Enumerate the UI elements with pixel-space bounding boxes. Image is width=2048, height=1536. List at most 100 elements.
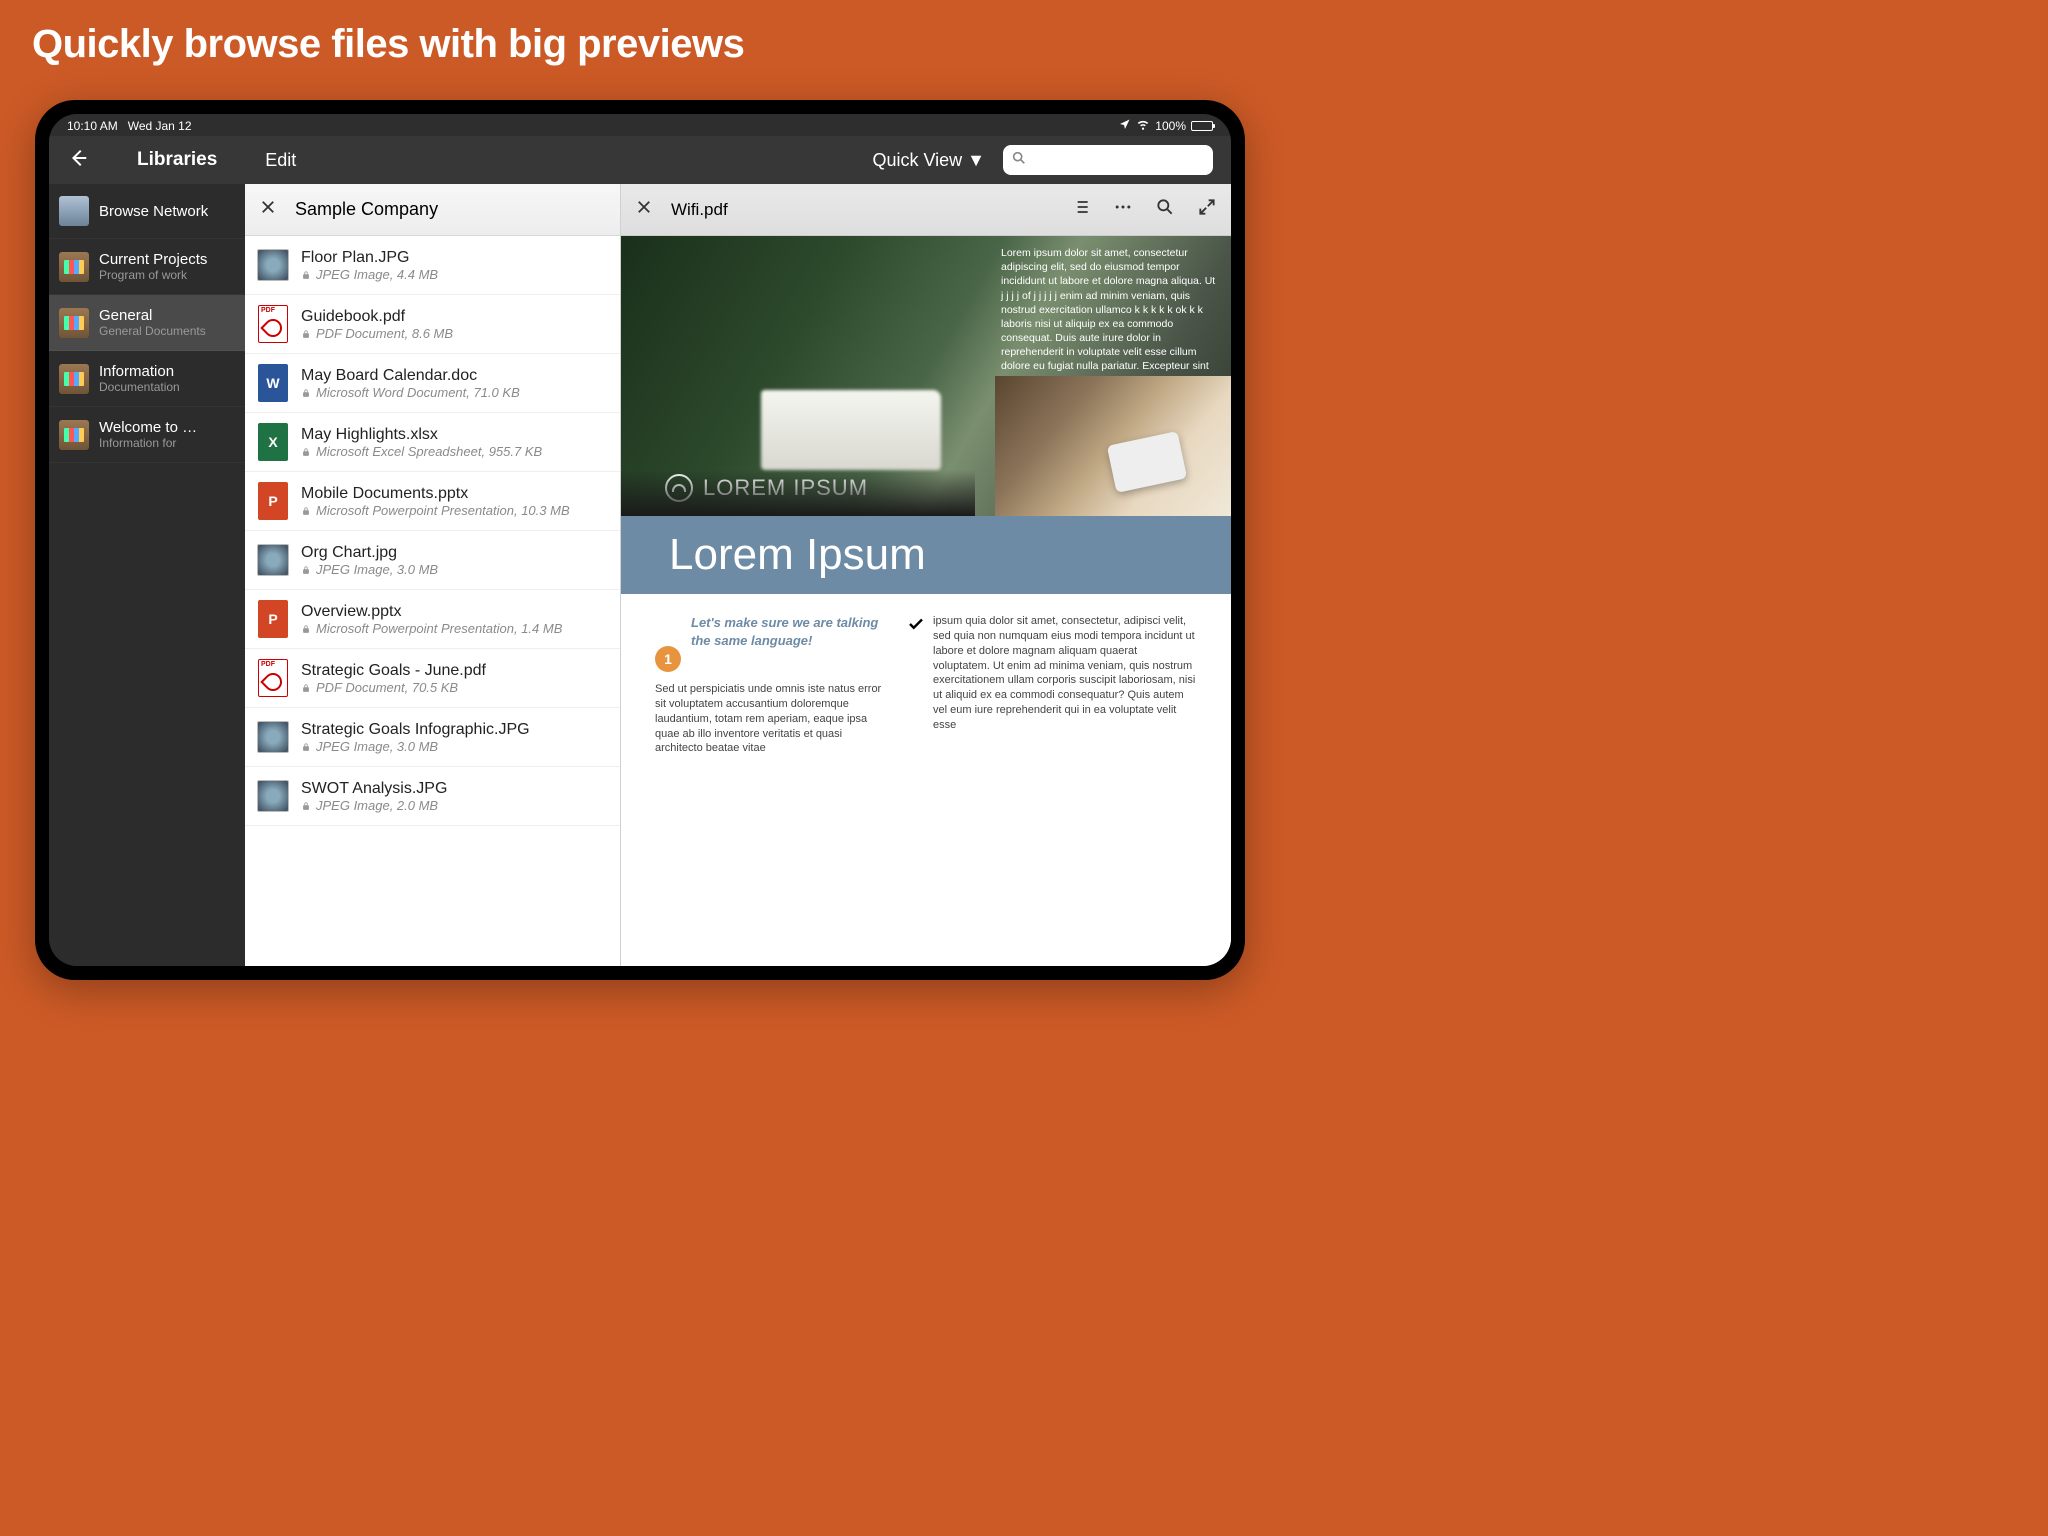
file-name: Strategic Goals - June.pdf — [301, 662, 486, 680]
file-name: May Board Calendar.doc — [301, 367, 520, 385]
back-button[interactable] — [67, 147, 89, 174]
file-row[interactable]: Strategic Goals - June.pdfPDF Document, … — [245, 649, 620, 708]
lock-icon — [301, 446, 311, 457]
lock-icon — [301, 800, 311, 811]
sidebar-item-sub: General Documents — [99, 324, 206, 338]
file-row[interactable]: P Mobile Documents.pptxMicrosoft Powerpoi… — [245, 472, 620, 531]
sidebar-item-label: Browse Network — [99, 203, 208, 220]
sidebar: Browse Network Current ProjectsProgram of… — [49, 184, 245, 966]
file-name: Org Chart.jpg — [301, 544, 438, 562]
file-row[interactable]: SWOT Analysis.JPGJPEG Image, 2.0 MB — [245, 767, 620, 826]
close-preview-button[interactable] — [635, 198, 653, 221]
sidebar-item-label: Welcome to … — [99, 419, 197, 436]
col-right-body: ipsum quia dolor sit amet, consectetur, … — [933, 614, 1197, 733]
file-row[interactable]: Guidebook.pdfPDF Document, 8.6 MB — [245, 295, 620, 354]
wifi-icon — [1136, 117, 1150, 134]
powerpoint-icon: P — [258, 600, 288, 638]
word-icon: W — [258, 364, 288, 402]
search-input[interactable] — [1003, 145, 1213, 175]
lock-icon — [301, 682, 311, 693]
sidebar-item[interactable]: Browse Network — [49, 184, 245, 239]
marketing-headline: Quickly browse files with big previews — [0, 0, 1280, 81]
file-meta: Microsoft Excel Spreadsheet, 955.7 KB — [301, 444, 542, 459]
file-row[interactable]: Strategic Goals Infographic.JPGJPEG Imag… — [245, 708, 620, 767]
sidebar-item-sub: Documentation — [99, 380, 180, 394]
sidebar-item-sub: Program of work — [99, 268, 207, 282]
lock-icon — [301, 564, 311, 575]
bookshelf-icon — [59, 308, 89, 338]
filelist-title: Sample Company — [295, 199, 438, 220]
col-left-body: Sed ut perspiciatis unde omnis iste natu… — [655, 682, 885, 756]
expand-icon[interactable] — [1197, 197, 1217, 222]
hero-logo: LOREM IPSUM — [665, 474, 868, 502]
lock-icon — [301, 328, 311, 339]
step-number: 1 — [655, 646, 681, 672]
location-icon — [1119, 118, 1131, 133]
file-name: Strategic Goals Infographic.JPG — [301, 721, 530, 739]
bookshelf-icon — [59, 252, 89, 282]
file-name: Overview.pptx — [301, 603, 562, 621]
image-thumb-icon — [257, 721, 289, 753]
sidebar-item[interactable]: Welcome to …Information for — [49, 407, 245, 463]
preview-title: Wifi.pdf — [671, 200, 1053, 220]
file-meta: JPEG Image, 4.4 MB — [301, 267, 438, 282]
excel-icon: X — [258, 423, 288, 461]
file-row[interactable]: X May Highlights.xlsxMicrosoft Excel Spre… — [245, 413, 620, 472]
file-meta: JPEG Image, 2.0 MB — [301, 798, 447, 813]
file-list-panel: Sample Company Floor Plan.JPGJPEG Image,… — [245, 184, 621, 966]
file-name: Guidebook.pdf — [301, 308, 453, 326]
lock-icon — [301, 623, 311, 634]
sidebar-item-label: General — [99, 307, 206, 324]
sidebar-item[interactable]: GeneralGeneral Documents — [49, 295, 245, 351]
lock-icon — [301, 505, 311, 516]
file-meta: Microsoft Powerpoint Presentation, 1.4 M… — [301, 621, 562, 636]
file-name: Mobile Documents.pptx — [301, 485, 570, 503]
image-thumb-icon — [257, 249, 289, 281]
file-name: SWOT Analysis.JPG — [301, 780, 447, 798]
edit-button[interactable]: Edit — [265, 150, 296, 171]
image-thumb-icon — [257, 780, 289, 812]
sidebar-item-sub: Information for — [99, 436, 197, 450]
bookshelf-icon — [59, 364, 89, 394]
file-meta: PDF Document, 70.5 KB — [301, 680, 486, 695]
lock-icon — [301, 741, 311, 752]
sidebar-item[interactable]: InformationDocumentation — [49, 351, 245, 407]
checkmark-icon — [907, 614, 925, 733]
file-row[interactable]: Floor Plan.JPGJPEG Image, 4.4 MB — [245, 236, 620, 295]
battery-percent: 100% — [1155, 119, 1186, 133]
status-bar: 10:10 AM Wed Jan 12 100% — [49, 114, 1231, 136]
list-icon[interactable] — [1071, 197, 1091, 222]
lock-icon — [301, 269, 311, 280]
device-frame: 10:10 AM Wed Jan 12 100% Libraries Edit … — [35, 100, 1245, 980]
more-icon[interactable] — [1113, 197, 1133, 222]
wifi-logo-icon — [665, 474, 693, 502]
hero-overlay-text: Lorem ipsum dolor sit amet, consectetur … — [1001, 246, 1219, 388]
document-preview[interactable]: Lorem ipsum dolor sit amet, consectetur … — [621, 236, 1231, 966]
sidebar-item-label: Information — [99, 363, 180, 380]
monitor-icon — [59, 196, 89, 226]
col-left-header: Let's make sure we are talking the same … — [691, 614, 885, 649]
sidebar-item[interactable]: Current ProjectsProgram of work — [49, 239, 245, 295]
file-meta: PDF Document, 8.6 MB — [301, 326, 453, 341]
file-row[interactable]: P Overview.pptxMicrosoft Powerpoint Prese… — [245, 590, 620, 649]
file-meta: Microsoft Powerpoint Presentation, 10.3 … — [301, 503, 570, 518]
file-name: May Highlights.xlsx — [301, 426, 542, 444]
sidebar-item-label: Current Projects — [99, 251, 207, 268]
file-row[interactable]: Org Chart.jpgJPEG Image, 3.0 MB — [245, 531, 620, 590]
pdf-icon — [258, 305, 288, 343]
preview-panel: Wifi.pdf Lorem ipsum dolor sit amet, con… — [621, 184, 1231, 966]
search-preview-icon[interactable] — [1155, 197, 1175, 222]
lock-icon — [301, 387, 311, 398]
close-filelist-button[interactable] — [259, 198, 277, 221]
file-row[interactable]: WMay Board Calendar.docMicrosoft Word Do… — [245, 354, 620, 413]
file-meta: JPEG Image, 3.0 MB — [301, 739, 530, 754]
doc-title-bar: Lorem Ipsum — [621, 516, 1231, 594]
powerpoint-icon: P — [258, 482, 288, 520]
battery-icon — [1191, 121, 1213, 131]
status-date: Wed Jan 12 — [128, 119, 192, 133]
file-name: Floor Plan.JPG — [301, 249, 438, 267]
image-thumb-icon — [257, 544, 289, 576]
bookshelf-icon — [59, 420, 89, 450]
quickview-dropdown[interactable]: Quick View ▼ — [872, 150, 985, 171]
pdf-icon — [258, 659, 288, 697]
